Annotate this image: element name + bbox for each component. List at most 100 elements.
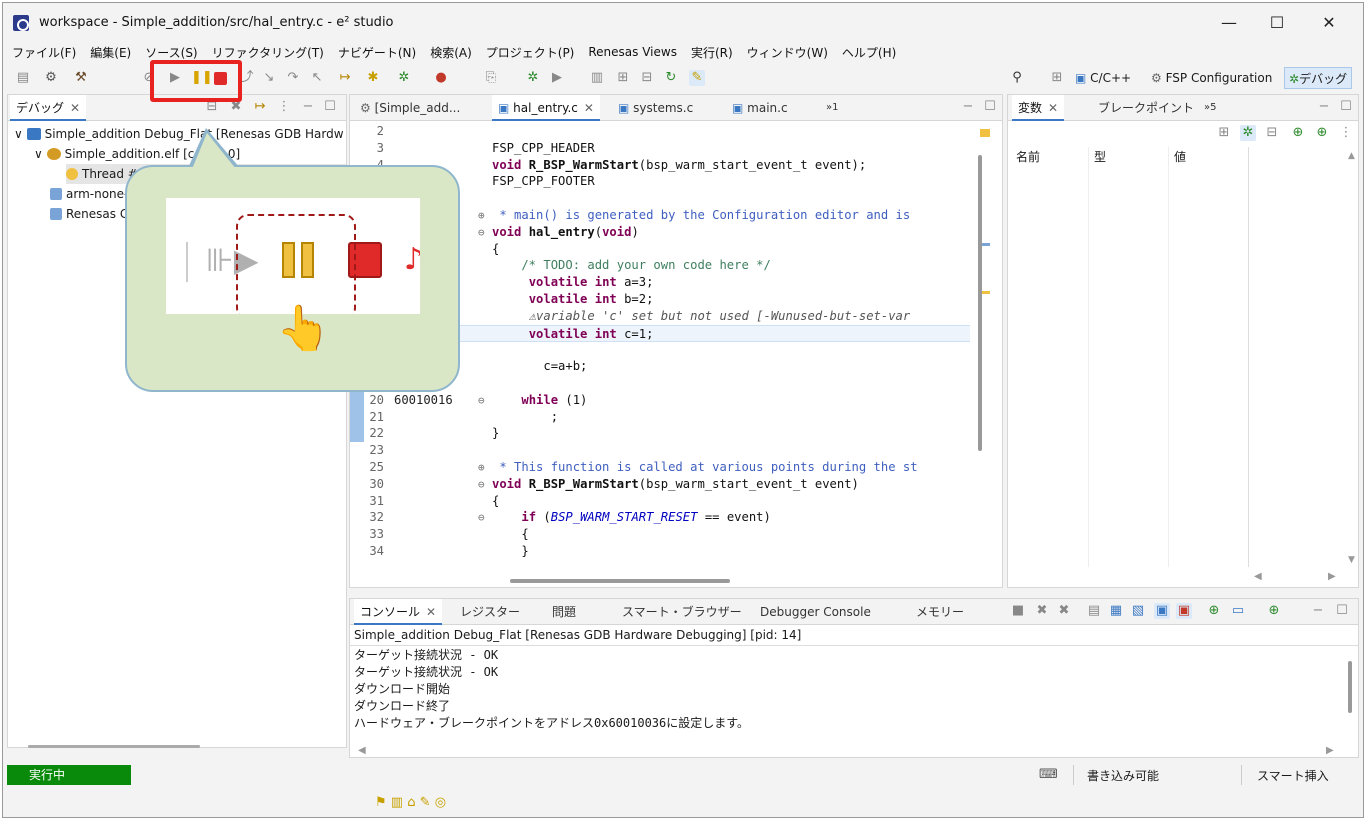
- fold-toggle-icon[interactable]: ⊖: [478, 476, 485, 493]
- close-tab-icon[interactable]: ✕: [70, 101, 80, 115]
- maximize-view-icon[interactable]: ☐: [1338, 99, 1354, 115]
- tab-smart-browser[interactable]: スマート・ブラウザー: [616, 599, 748, 625]
- menu-renesas-views[interactable]: Renesas Views: [588, 45, 677, 59]
- fold-toggle-icon[interactable]: ⊕: [478, 207, 485, 224]
- show-on-output-icon[interactable]: ▣: [1154, 603, 1170, 619]
- code-line[interactable]: 31 {: [350, 493, 970, 510]
- add-watch-icon[interactable]: ⊕: [1290, 125, 1306, 141]
- code-line[interactable]: 23: [350, 442, 970, 459]
- scroll-up-icon[interactable]: ▲: [1348, 151, 1355, 161]
- profile-icon[interactable]: ✲: [525, 70, 541, 86]
- code-line[interactable]: 34 }: [350, 543, 970, 560]
- search-icon[interactable]: ⚲: [1009, 70, 1025, 86]
- menu-navigate[interactable]: ナビゲート(N): [338, 44, 416, 61]
- tray-learn-icon[interactable]: ⌂: [407, 795, 415, 810]
- code-line[interactable]: 22}: [350, 425, 970, 443]
- code-line[interactable]: 20 60010016 ⊖ while (1): [350, 391, 970, 409]
- add-global-icon[interactable]: ⊕: [1314, 125, 1330, 141]
- debug-config-icon[interactable]: ⚙: [43, 70, 59, 86]
- tab-debug[interactable]: デバッグ ✕: [10, 95, 87, 121]
- scroll-down-icon[interactable]: ▼: [1348, 555, 1355, 565]
- debug-bug-icon[interactable]: ✲: [396, 70, 412, 86]
- tab-overflow[interactable]: »1: [820, 95, 844, 121]
- word-wrap-icon[interactable]: ▧: [1130, 603, 1146, 619]
- fold-toggle-icon[interactable]: ⊖: [478, 509, 485, 526]
- tab-console[interactable]: コンソール ✕: [354, 599, 443, 625]
- tray-support-icon[interactable]: ◎: [435, 795, 446, 810]
- tab-problems[interactable]: 問題: [546, 599, 582, 625]
- step-over-icon[interactable]: ↷: [285, 70, 301, 86]
- scroll-right-icon[interactable]: ▶: [1326, 745, 1334, 756]
- tree-item-renesas[interactable]: Renesas G: [50, 204, 129, 224]
- console-output[interactable]: ターゲット接続状況 - OK ターゲット接続状況 - OK ダウンロード開始 ダ…: [350, 647, 1340, 741]
- menu-refactor[interactable]: リファクタリング(T): [212, 44, 324, 61]
- tab-breakpoints[interactable]: ブレークポイント: [1092, 95, 1200, 121]
- tab-main[interactable]: ▣ main.c: [726, 95, 794, 121]
- tab-hal-entry[interactable]: ▣ hal_entry.c ✕: [492, 95, 600, 121]
- perspective-debug[interactable]: ✲デバッグ: [1284, 67, 1353, 89]
- column-type[interactable]: 型: [1094, 147, 1106, 167]
- open-perspective-icon[interactable]: ⊞: [1049, 70, 1065, 86]
- menu-help[interactable]: ヘルプ(H): [842, 44, 896, 61]
- highlight-pen-icon[interactable]: ✎: [689, 70, 705, 86]
- maximize-view-icon[interactable]: ☐: [1334, 603, 1350, 619]
- tab-debugger-console[interactable]: Debugger Console: [754, 599, 877, 625]
- code-line[interactable]: 2: [350, 123, 970, 140]
- fold-toggle-icon[interactable]: ⊕: [478, 459, 485, 476]
- minimize-view-icon[interactable]: −: [1316, 99, 1332, 115]
- scroll-right-icon[interactable]: ▶: [1328, 571, 1336, 582]
- tab-memory[interactable]: メモリー: [910, 599, 970, 625]
- step-into-icon[interactable]: ↘: [261, 70, 277, 86]
- tree-item-gdb[interactable]: arm-none-: [50, 184, 128, 204]
- instruction-step-icon[interactable]: ↦: [337, 70, 353, 86]
- tab-fsp-config[interactable]: ⚙ [Simple_add...: [354, 95, 466, 121]
- warning-marker[interactable]: [980, 129, 990, 137]
- refresh-icon[interactable]: ↻: [663, 70, 679, 86]
- menu-source[interactable]: ソース(S): [145, 44, 197, 61]
- close-button[interactable]: ✕: [1307, 11, 1351, 35]
- show-type-icon[interactable]: ⊞: [1216, 125, 1232, 141]
- editor-vscrollbar[interactable]: [978, 155, 982, 451]
- run-external-icon[interactable]: ●: [433, 70, 449, 86]
- code-line[interactable]: 33 {: [350, 526, 970, 543]
- scroll-left-icon[interactable]: ◀: [358, 745, 366, 756]
- open-type-icon[interactable]: ⎘: [483, 70, 499, 86]
- step-filter-icon[interactable]: ↦: [252, 99, 268, 115]
- tab-registers[interactable]: レジスター: [454, 599, 526, 625]
- menu-file[interactable]: ファイル(F): [12, 44, 76, 61]
- minimize-view-icon[interactable]: −: [1310, 603, 1326, 619]
- code-line[interactable]: 30 ⊖ void R_BSP_WarmStart(bsp_warm_start_e…: [350, 476, 970, 493]
- tray-wand-icon[interactable]: ✎: [420, 795, 431, 810]
- tray-smart-icon[interactable]: ⚑: [375, 795, 387, 810]
- maximize-button[interactable]: ☐: [1255, 11, 1299, 35]
- close-tab-icon[interactable]: ✕: [584, 101, 594, 115]
- fold-toggle-icon[interactable]: ⊖: [478, 224, 485, 241]
- scroll-lock-icon[interactable]: ▦: [1108, 603, 1124, 619]
- tab-variables[interactable]: 変数 ✕: [1012, 95, 1065, 121]
- editor-hscrollbar[interactable]: [510, 579, 730, 583]
- menu-edit[interactable]: 編集(E): [90, 44, 131, 61]
- perspective-cpp[interactable]: ▣ C/C++: [1071, 67, 1135, 89]
- show-logical-icon[interactable]: ✲: [1240, 125, 1256, 141]
- column-value[interactable]: 値: [1174, 147, 1186, 167]
- menu-run[interactable]: 実行(R): [691, 44, 733, 61]
- show-on-error-icon[interactable]: ▣: [1176, 603, 1192, 619]
- menu-search[interactable]: 検索(A): [430, 44, 472, 61]
- clear-console-icon[interactable]: ▤: [1086, 603, 1102, 619]
- save-icon[interactable]: ▤: [15, 70, 31, 86]
- maximize-view-icon[interactable]: ☐: [982, 99, 998, 115]
- minimize-view-icon[interactable]: −: [300, 99, 316, 115]
- code-line[interactable]: 3 FSP_CPP_HEADER: [350, 140, 970, 157]
- pin-console-icon[interactable]: ⊕: [1206, 603, 1222, 619]
- step-return-icon[interactable]: ↖: [309, 70, 325, 86]
- next-icon[interactable]: ▶: [549, 70, 565, 86]
- column-name[interactable]: 名前: [1016, 147, 1040, 167]
- code-line[interactable]: 25 ⊕ * This function is called at various…: [350, 459, 970, 476]
- console-vscrollbar[interactable]: [1348, 661, 1352, 713]
- build-hammer-icon[interactable]: ⚒: [73, 70, 89, 86]
- close-tab-icon[interactable]: ✕: [1048, 101, 1058, 115]
- code-line[interactable]: 21 ;: [350, 408, 970, 426]
- scroll-left-icon[interactable]: ◀: [1254, 571, 1262, 582]
- tab-systems[interactable]: ▣ systems.c: [612, 95, 699, 121]
- code-line[interactable]: 32 ⊖ if (BSP_WARM_START_RESET == event): [350, 509, 970, 526]
